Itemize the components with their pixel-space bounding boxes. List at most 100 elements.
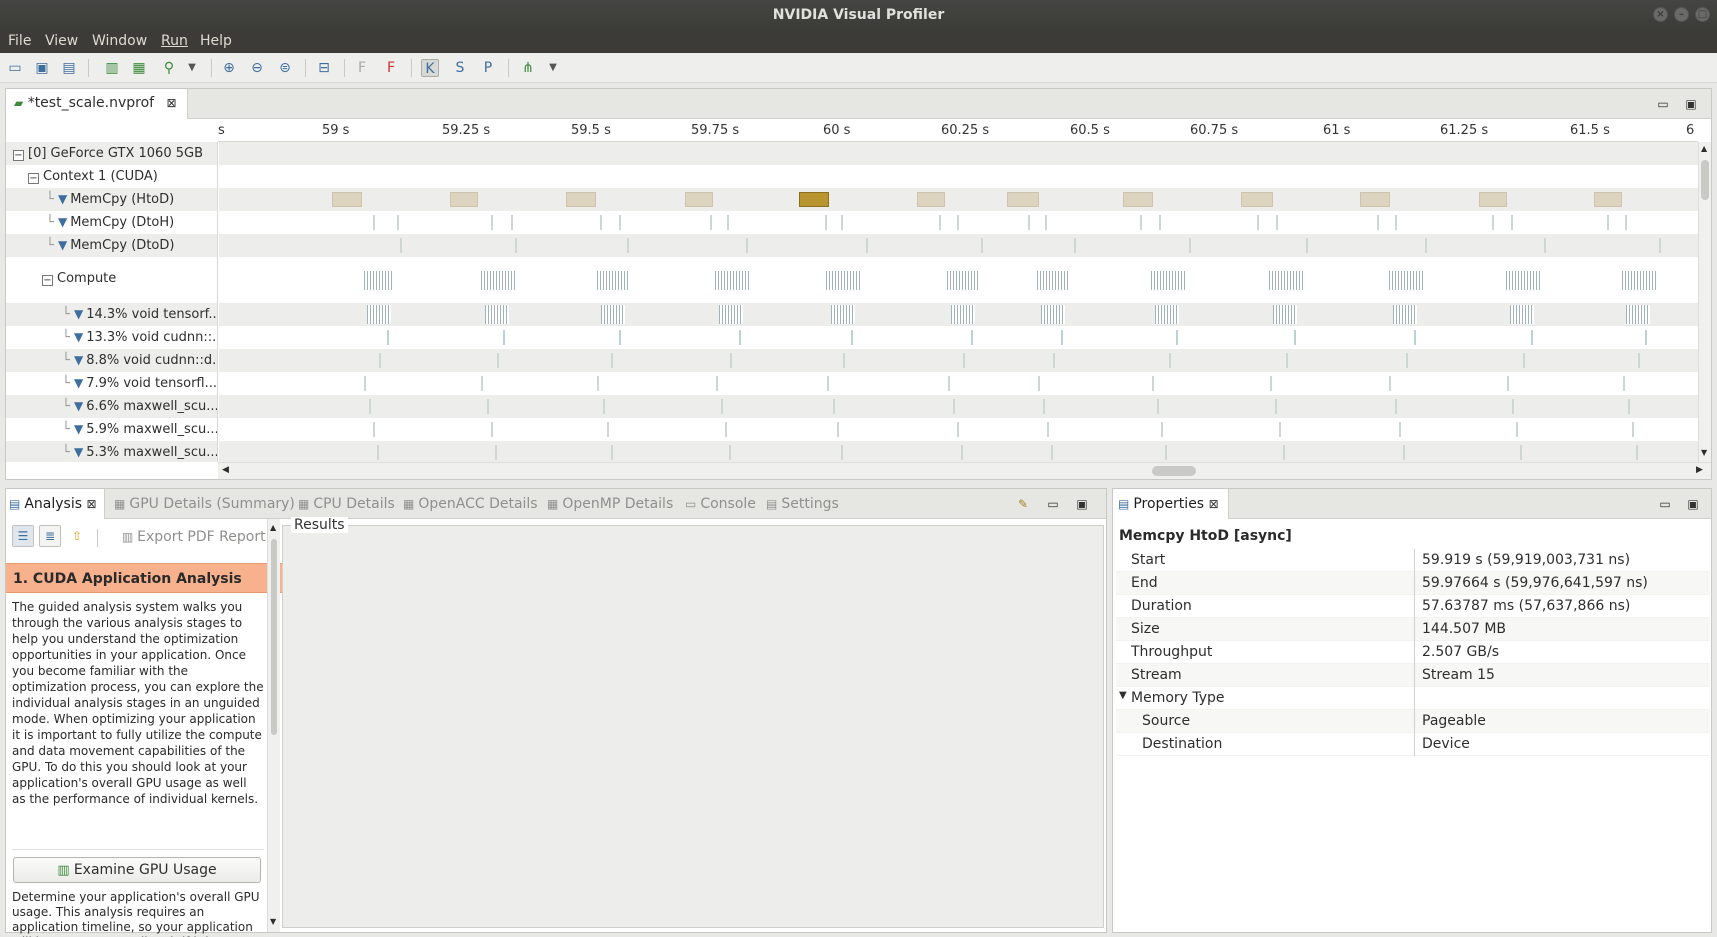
memcpy-bar[interactable]	[332, 192, 362, 207]
minimize-window-icon[interactable]: –	[1674, 7, 1689, 22]
filter-icon[interactable]: ▼	[74, 399, 83, 413]
pin-icon[interactable]: ✎	[1016, 497, 1030, 511]
kernel-cluster[interactable]	[1041, 305, 1065, 324]
clear-filter-icon[interactable]: F	[382, 59, 400, 77]
close-tab-icon[interactable]: ⊠	[86, 497, 96, 511]
process-toggle-icon[interactable]: P	[479, 59, 497, 77]
tree-row-kernel[interactable]: └ ▼ 7.9% void tensorfl...	[6, 372, 217, 395]
maximize-pane-icon[interactable]: ▣	[1686, 497, 1700, 511]
property-group-row[interactable]: ▼ Memory Type	[1116, 687, 1710, 710]
menu-run[interactable]: Run	[161, 33, 188, 49]
filter-icon[interactable]: ▼	[74, 422, 83, 436]
memcpy-bar-selected[interactable]	[799, 192, 829, 207]
kernel-cluster[interactable]	[367, 305, 391, 324]
kernel-cluster[interactable]	[1151, 271, 1185, 290]
collapse-icon[interactable]: ⊟	[315, 59, 333, 77]
tab-properties[interactable]: ▤ Properties ⊠	[1118, 496, 1219, 512]
memcpy-bar[interactable]	[1360, 192, 1390, 207]
kernel-cluster[interactable]	[951, 305, 975, 324]
memcpy-bar[interactable]	[685, 192, 713, 207]
kernel-cluster[interactable]	[1622, 271, 1658, 290]
maximize-pane-icon[interactable]: ▣	[1075, 497, 1089, 511]
property-row[interactable]: Throughput 2.507 GB/s	[1116, 641, 1710, 664]
tab-settings[interactable]: ▤ Settings	[766, 496, 839, 512]
scroll-thumb[interactable]	[1701, 160, 1709, 200]
scroll-down-icon[interactable]: ▼	[270, 917, 276, 926]
tab-analysis[interactable]: ▤ Analysis ⊠	[9, 496, 97, 512]
kernel-cluster[interactable]	[719, 305, 743, 324]
kernel-cluster[interactable]	[715, 271, 751, 290]
tree-row-kernel[interactable]: └ ▼ 5.3% maxwell_scu...	[6, 441, 217, 462]
kernel-cluster[interactable]	[601, 305, 625, 324]
scroll-up-icon[interactable]: ▲	[270, 523, 276, 532]
kernel-cluster[interactable]	[364, 271, 394, 290]
tree-row-context[interactable]: − Context 1 (CUDA)	[6, 165, 217, 188]
kernel-cluster[interactable]	[947, 271, 980, 290]
kernel-cluster[interactable]	[1037, 271, 1070, 290]
scroll-thumb[interactable]	[1152, 466, 1196, 476]
dependency-dropdown-icon[interactable]: ▼	[544, 59, 562, 77]
dependency-icon[interactable]: ⋔	[519, 59, 537, 77]
timeline-canvas[interactable]	[219, 142, 1699, 462]
scroll-thumb[interactable]	[271, 539, 277, 735]
kernel-cluster[interactable]	[1506, 271, 1540, 290]
filter-icon[interactable]: ▼	[74, 445, 83, 459]
save-all-icon[interactable]: ▤	[60, 59, 78, 77]
kernel-cluster[interactable]	[1273, 305, 1297, 324]
horizontal-scrollbar[interactable]: ◀ ▶	[218, 462, 1711, 479]
close-window-icon[interactable]: ×	[1653, 7, 1668, 22]
zoom-in-icon[interactable]: ⊕	[220, 59, 238, 77]
filter-icon[interactable]: ▼	[58, 238, 67, 252]
zoom-out-icon[interactable]: ⊖	[248, 59, 266, 77]
save-icon[interactable]: ▣	[33, 59, 51, 77]
property-row[interactable]: Size 144.507 MB	[1116, 618, 1710, 641]
examine-gpu-usage-button[interactable]: ▥ Examine GPU Usage	[13, 857, 261, 883]
vertical-scrollbar[interactable]: ▲ ▼	[1698, 142, 1711, 462]
property-row[interactable]: Destination Device	[1116, 733, 1710, 756]
expand-triangle-icon[interactable]: ▼	[1119, 690, 1127, 701]
import-chart-icon[interactable]: ▥	[103, 59, 121, 77]
property-row[interactable]: Start 59.919 s (59,919,003,731 ns)	[1116, 549, 1710, 572]
memcpy-bar[interactable]	[450, 192, 478, 207]
memcpy-bar[interactable]	[1594, 192, 1622, 207]
tree-row-kernel[interactable]: └ ▼ 8.8% void cudnn::d...	[6, 349, 217, 372]
memcpy-bar[interactable]	[1123, 192, 1153, 207]
up-arrow-icon[interactable]: ⇧	[66, 525, 88, 547]
new-session-icon[interactable]: ▭	[6, 59, 24, 77]
tree-row-memcpy-htod[interactable]: └ ▼ MemCpy (HtoD)	[6, 188, 217, 211]
menu-window[interactable]: Window	[92, 33, 147, 49]
kernel-cluster[interactable]	[1155, 305, 1179, 324]
tree-row-kernel[interactable]: └ ▼ 5.9% maxwell_scu...	[6, 418, 217, 441]
unguided-mode-icon[interactable]: ≣	[39, 525, 61, 547]
kernel-cluster[interactable]	[1510, 305, 1534, 324]
kernel-cluster[interactable]	[1393, 305, 1417, 324]
minimize-pane-icon[interactable]: ▭	[1658, 497, 1672, 511]
kernel-cluster[interactable]	[481, 271, 516, 290]
kernel-cluster[interactable]	[485, 305, 509, 324]
memcpy-bar[interactable]	[1007, 192, 1039, 207]
guided-mode-icon[interactable]: ☰	[12, 525, 34, 547]
scroll-up-icon[interactable]: ▲	[1701, 144, 1707, 153]
filter-icon[interactable]: ▼	[74, 307, 83, 321]
tab-gpu-details[interactable]: ▦ GPU Details (Summary)	[114, 496, 295, 512]
analyze-dropdown-icon[interactable]: ▼	[183, 59, 201, 77]
tree-row-memcpy-dtoh[interactable]: └ ▼ MemCpy (DtoH)	[6, 211, 217, 234]
tab-openacc-details[interactable]: ▦ OpenACC Details	[403, 496, 538, 512]
filter-icon[interactable]: ▼	[58, 215, 67, 229]
memcpy-bar[interactable]	[1241, 192, 1273, 207]
kernel-cluster[interactable]	[826, 271, 862, 290]
property-row[interactable]: Duration 57.63787 ms (57,637,866 ns)	[1116, 595, 1710, 618]
tree-row-kernel[interactable]: └ ▼ 13.3% void cudnn::...	[6, 326, 217, 349]
menu-file[interactable]: File	[8, 33, 31, 49]
tree-row-device[interactable]: − [0] GeForce GTX 1060 5GB	[6, 142, 217, 165]
memcpy-bar[interactable]	[1479, 192, 1507, 207]
export-icon[interactable]: ▦	[130, 59, 148, 77]
menu-view[interactable]: View	[45, 33, 78, 49]
kernel-toggle-icon[interactable]: K	[421, 59, 439, 77]
scroll-down-icon[interactable]: ▼	[1701, 448, 1707, 457]
memcpy-bar[interactable]	[566, 192, 596, 207]
maximize-pane-icon[interactable]: ▣	[1684, 97, 1698, 111]
tree-row-memcpy-dtod[interactable]: └ ▼ MemCpy (DtoD)	[6, 234, 217, 257]
minimize-pane-icon[interactable]: ▭	[1656, 97, 1670, 111]
analysis-scrollbar[interactable]: ▲ ▼	[267, 519, 280, 932]
